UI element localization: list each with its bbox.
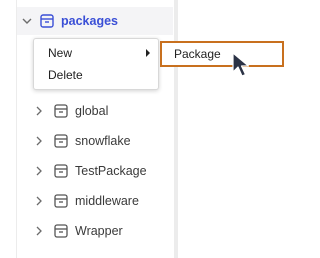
context-menu: New Delete	[33, 38, 159, 90]
package-icon	[53, 133, 69, 149]
mouse-cursor-icon	[232, 52, 250, 77]
package-icon	[53, 193, 69, 209]
chevron-down-icon[interactable]	[21, 15, 33, 27]
chevron-right-icon[interactable]	[33, 195, 45, 207]
context-menu-item-label: Delete	[48, 68, 83, 82]
context-menu-item-delete[interactable]: Delete	[34, 64, 158, 86]
submenu-item-label: Package	[174, 47, 221, 61]
tree-item-testpackage[interactable]: TestPackage	[17, 159, 173, 183]
tree-root-label: packages	[61, 14, 118, 28]
package-icon	[53, 163, 69, 179]
context-menu-item-new[interactable]: New	[34, 42, 158, 64]
tree-item-snowflake[interactable]: snowflake	[17, 129, 173, 153]
tree-item-label: TestPackage	[75, 164, 147, 178]
tree-item-label: Wrapper	[75, 224, 123, 238]
chevron-right-icon[interactable]	[33, 165, 45, 177]
tree-root-packages[interactable]: packages	[17, 7, 173, 35]
package-icon	[53, 223, 69, 239]
tree-item-label: snowflake	[75, 134, 131, 148]
chevron-right-icon[interactable]	[33, 225, 45, 237]
package-icon	[53, 103, 69, 119]
tree-item-wrapper[interactable]: Wrapper	[17, 219, 173, 243]
tree-item-label: middleware	[75, 194, 139, 208]
chevron-right-icon[interactable]	[33, 135, 45, 147]
submenu-arrow-icon	[146, 49, 150, 57]
package-icon	[39, 13, 55, 29]
chevron-right-icon[interactable]	[33, 105, 45, 117]
tree-item-global[interactable]: global	[17, 99, 173, 123]
panel-divider[interactable]	[174, 0, 178, 258]
submenu-item-package[interactable]: Package	[160, 41, 284, 67]
tree-item-label: global	[75, 104, 109, 118]
context-menu-item-label: New	[48, 46, 73, 60]
tree-item-middleware[interactable]: middleware	[17, 189, 173, 213]
